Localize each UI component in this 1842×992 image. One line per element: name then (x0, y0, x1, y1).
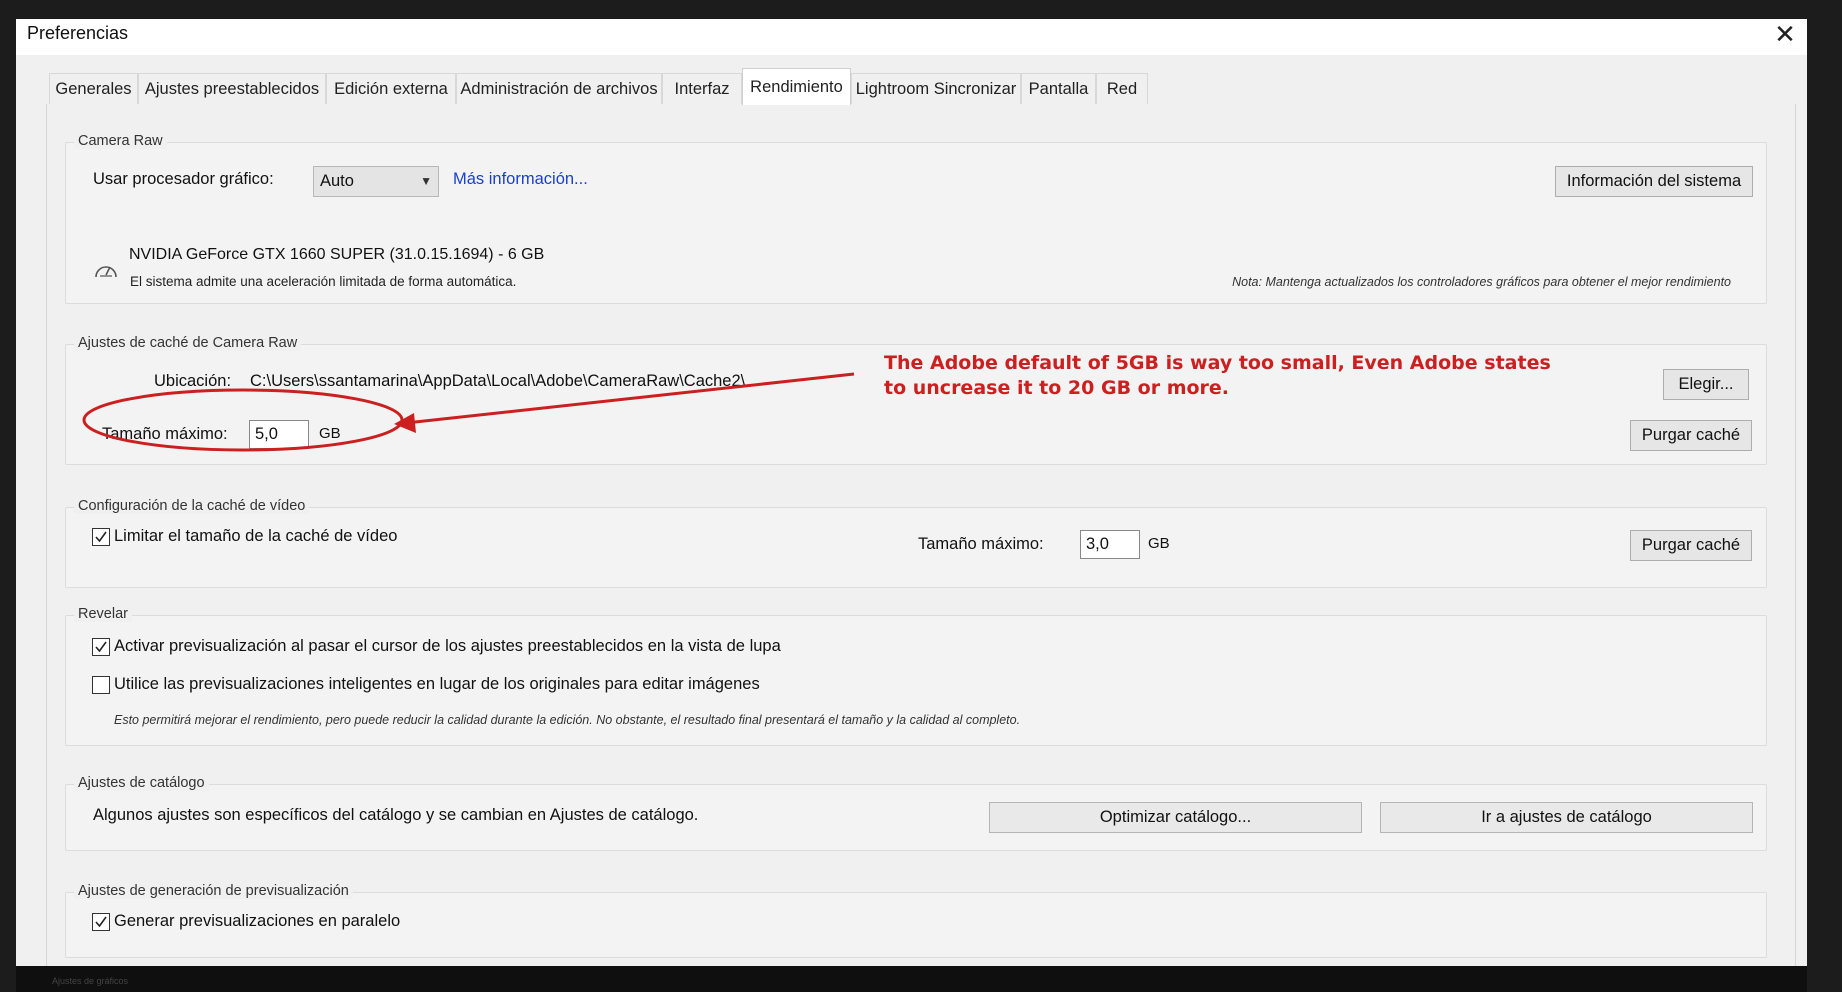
highlight-ellipse (82, 388, 404, 452)
annotation-overlay (82, 372, 855, 452)
annotation-line-1: The Adobe default of 5GB is way too smal… (884, 352, 1551, 374)
tab-rendimiento[interactable]: Rendimiento (742, 68, 851, 105)
annotation-line-2: to uncrease it to 20 GB or more. (884, 377, 1230, 399)
annotation-arrow-head (394, 413, 416, 433)
annotation-arrow-line (405, 372, 855, 425)
bottom-strip: Ajustes de gráficos (16, 966, 1807, 992)
annotation-text: The Adobe default of 5GB is way too smal… (884, 351, 1604, 401)
hidden-footer-text: Ajustes de gráficos (52, 976, 129, 986)
